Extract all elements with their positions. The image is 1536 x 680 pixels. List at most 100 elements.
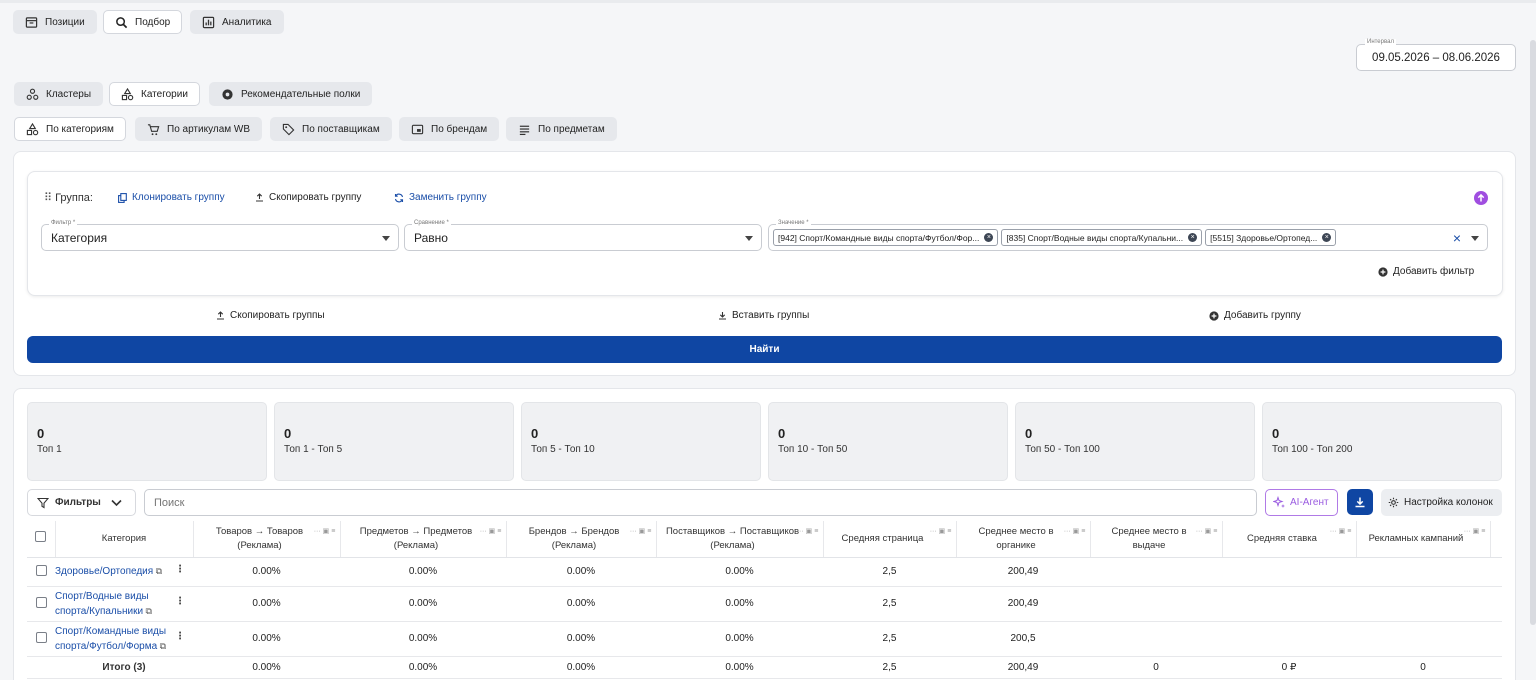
category-link[interactable]: Спорт/Командные виды спорта/Футбол/Форма bbox=[55, 626, 166, 652]
copy-icon[interactable]: ⧉ bbox=[157, 641, 166, 651]
paste-groups-button[interactable]: Вставить группы bbox=[718, 310, 809, 321]
table-cell bbox=[1356, 586, 1490, 622]
column-header[interactable]: Поставщиков → Поставщиков (Реклама) ··· ▣… bbox=[656, 521, 824, 558]
clear-icon[interactable]: × bbox=[1453, 230, 1461, 246]
column-header[interactable]: Товаров → Товаров (Реклама) ··· ▣ ≡ bbox=[193, 521, 341, 558]
table-cell: 0.00% bbox=[656, 621, 823, 657]
column-menu-icon[interactable]: ··· ▣ ≡ bbox=[1330, 527, 1352, 537]
tab-positions[interactable]: Позиции bbox=[13, 10, 97, 34]
drag-handle-icon[interactable]: ⠿ bbox=[44, 191, 52, 204]
tab-label: Подбор bbox=[135, 16, 171, 28]
more-icon[interactable]: ⋮ bbox=[175, 564, 185, 575]
values-select[interactable]: [942] Спорт/Командные виды спорта/Футбол… bbox=[768, 224, 1488, 251]
category-link[interactable]: Спорт/Водные виды спорта/Купальники bbox=[55, 591, 149, 617]
column-menu-icon[interactable]: ··· ▣ ≡ bbox=[480, 527, 502, 537]
column-header[interactable]: Средняя ставка ··· ▣ ≡ bbox=[1222, 521, 1357, 558]
find-button[interactable]: Найти bbox=[27, 336, 1502, 363]
add-filter-button[interactable]: Добавить фильтр bbox=[1378, 266, 1474, 277]
column-menu-icon[interactable]: ··· ▣ ≡ bbox=[797, 527, 819, 537]
total-spacer-cell bbox=[27, 656, 55, 679]
subtab-by-categories[interactable]: По категориям bbox=[14, 117, 126, 141]
column-menu-icon[interactable]: ··· ▣ ≡ bbox=[1064, 527, 1086, 537]
column-menu-icon[interactable]: ··· ▣ ≡ bbox=[630, 527, 652, 537]
column-header[interactable]: Среднее место в органике ··· ▣ ≡ bbox=[956, 521, 1091, 558]
search-input[interactable] bbox=[144, 489, 1257, 516]
table-cell bbox=[1222, 621, 1356, 657]
row-checkbox[interactable] bbox=[35, 596, 47, 608]
row-checkbox[interactable] bbox=[35, 631, 47, 643]
tab-recommendation-shelves[interactable]: Рекомендательные полки bbox=[209, 82, 373, 106]
column-menu-icon[interactable]: ··· ▣ ≡ bbox=[314, 527, 336, 537]
tab-analytics[interactable]: Аналитика bbox=[190, 10, 284, 34]
table-header-row: Категория Товаров → Товаров (Реклама) ···… bbox=[27, 521, 1502, 558]
chart-icon bbox=[202, 16, 215, 28]
filters-button[interactable]: Фильтры bbox=[27, 489, 136, 516]
subtab-by-suppliers[interactable]: По поставщикам bbox=[270, 117, 392, 141]
brand-icon bbox=[411, 124, 424, 134]
replace-group-button[interactable]: Заменить группу bbox=[394, 192, 487, 203]
compare-select[interactable]: Равно bbox=[404, 224, 762, 251]
page-scrollbar[interactable] bbox=[1530, 40, 1536, 625]
tab-clusters[interactable]: Кластеры bbox=[14, 82, 103, 106]
column-settings-label: Настройка колонок bbox=[1404, 497, 1493, 508]
copy-icon[interactable]: ⧉ bbox=[153, 566, 162, 576]
add-filter-label: Добавить фильтр bbox=[1393, 266, 1475, 277]
scroll-up-button[interactable] bbox=[1474, 191, 1488, 205]
column-header[interactable]: Брендов → Брендов (Реклама) ··· ▣ ≡ bbox=[506, 521, 657, 558]
tab-label: По брендам bbox=[431, 123, 488, 135]
table-cell bbox=[1222, 557, 1356, 587]
copy-label: Скопировать группу bbox=[269, 192, 362, 203]
column-header[interactable]: Средняя страница ··· ▣ ≡ bbox=[823, 521, 957, 558]
copy-group-button[interactable]: Скопировать группу bbox=[255, 192, 361, 203]
table-cell: 0.00% bbox=[506, 557, 656, 587]
plus-circle-icon bbox=[1209, 310, 1219, 321]
stat-value: 0 bbox=[778, 426, 786, 441]
table-cell: 0.00% bbox=[506, 621, 656, 657]
ai-agent-button[interactable]: AI-Агент bbox=[1265, 489, 1338, 516]
tab-selection[interactable]: Подбор bbox=[103, 10, 183, 34]
clone-group-button[interactable]: Клонировать группу bbox=[118, 192, 225, 203]
column-header[interactable]: Среднее место в выдаче ··· ▣ ≡ bbox=[1090, 521, 1223, 558]
subtab-by-articles[interactable]: По артикулам WB bbox=[135, 117, 263, 141]
compare-label: Сравнение * bbox=[412, 220, 451, 226]
copy-groups-button[interactable]: Скопировать группы bbox=[216, 310, 325, 321]
chevron-down-icon bbox=[745, 236, 753, 241]
subtab-by-brands[interactable]: По брендам bbox=[399, 117, 500, 141]
interval-label: Интервал bbox=[1365, 39, 1396, 45]
total-cell: 0 bbox=[1090, 656, 1222, 679]
column-header[interactable]: Предметов → Предметов (Реклама) ··· ▣ ≡ bbox=[340, 521, 507, 558]
row-checkbox[interactable] bbox=[35, 564, 47, 576]
interval-picker[interactable]: 09.05.2026 – 08.06.2026 bbox=[1356, 44, 1516, 71]
remove-tag-icon[interactable]: × bbox=[1188, 233, 1198, 242]
column-header[interactable]: Категория bbox=[55, 521, 194, 558]
column-settings-button[interactable]: Настройка колонок bbox=[1381, 489, 1502, 516]
column-header[interactable]: Рекламных кампаний ··· ▣ ≡ bbox=[1356, 521, 1491, 558]
more-icon[interactable]: ⋮ bbox=[175, 631, 185, 642]
category-link[interactable]: Здоровье/Ортопедия bbox=[55, 566, 153, 577]
select-all-checkbox[interactable] bbox=[35, 530, 47, 542]
column-menu-icon[interactable]: ··· ▣ ≡ bbox=[1464, 527, 1486, 537]
subtab-by-subjects[interactable]: По предметам bbox=[506, 117, 617, 141]
filter-select[interactable]: Категория bbox=[41, 224, 399, 251]
tag-label: [5515] Здоровье/Ортопед... bbox=[1210, 232, 1318, 243]
column-menu-icon[interactable]: ··· ▣ ≡ bbox=[930, 527, 952, 537]
table-row: Спорт/Командные виды спорта/Футбол/Форма… bbox=[27, 621, 1502, 657]
column-menu-icon[interactable]: ··· ▣ ≡ bbox=[1196, 527, 1218, 537]
search-icon bbox=[116, 16, 128, 28]
tab-categories[interactable]: Категории bbox=[109, 82, 200, 106]
add-group-button[interactable]: Добавить группу bbox=[1209, 310, 1301, 321]
gear-icon bbox=[1388, 497, 1399, 508]
remove-tag-icon[interactable]: × bbox=[1322, 233, 1332, 242]
chevron-down-icon bbox=[382, 236, 390, 241]
paste-groups-label: Вставить группы bbox=[732, 310, 810, 321]
remove-tag-icon[interactable]: × bbox=[984, 233, 994, 242]
table-row: Здоровье/Ортопедия ⧉ ⋮ 0.00% 0.00% 0.00% … bbox=[27, 557, 1502, 587]
table-row: Спорт/Водные виды спорта/Купальники ⧉ ⋮ 0… bbox=[27, 586, 1502, 622]
copy-icon[interactable]: ⧉ bbox=[143, 606, 152, 616]
download-button[interactable] bbox=[1347, 489, 1373, 515]
clone-icon bbox=[118, 192, 127, 203]
table-cell: 0.00% bbox=[340, 621, 506, 657]
ai-agent-label: AI-Агент bbox=[1290, 497, 1329, 508]
more-icon[interactable]: ⋮ bbox=[175, 596, 185, 607]
stat-label: Топ 100 - Топ 200 bbox=[1272, 444, 1353, 455]
